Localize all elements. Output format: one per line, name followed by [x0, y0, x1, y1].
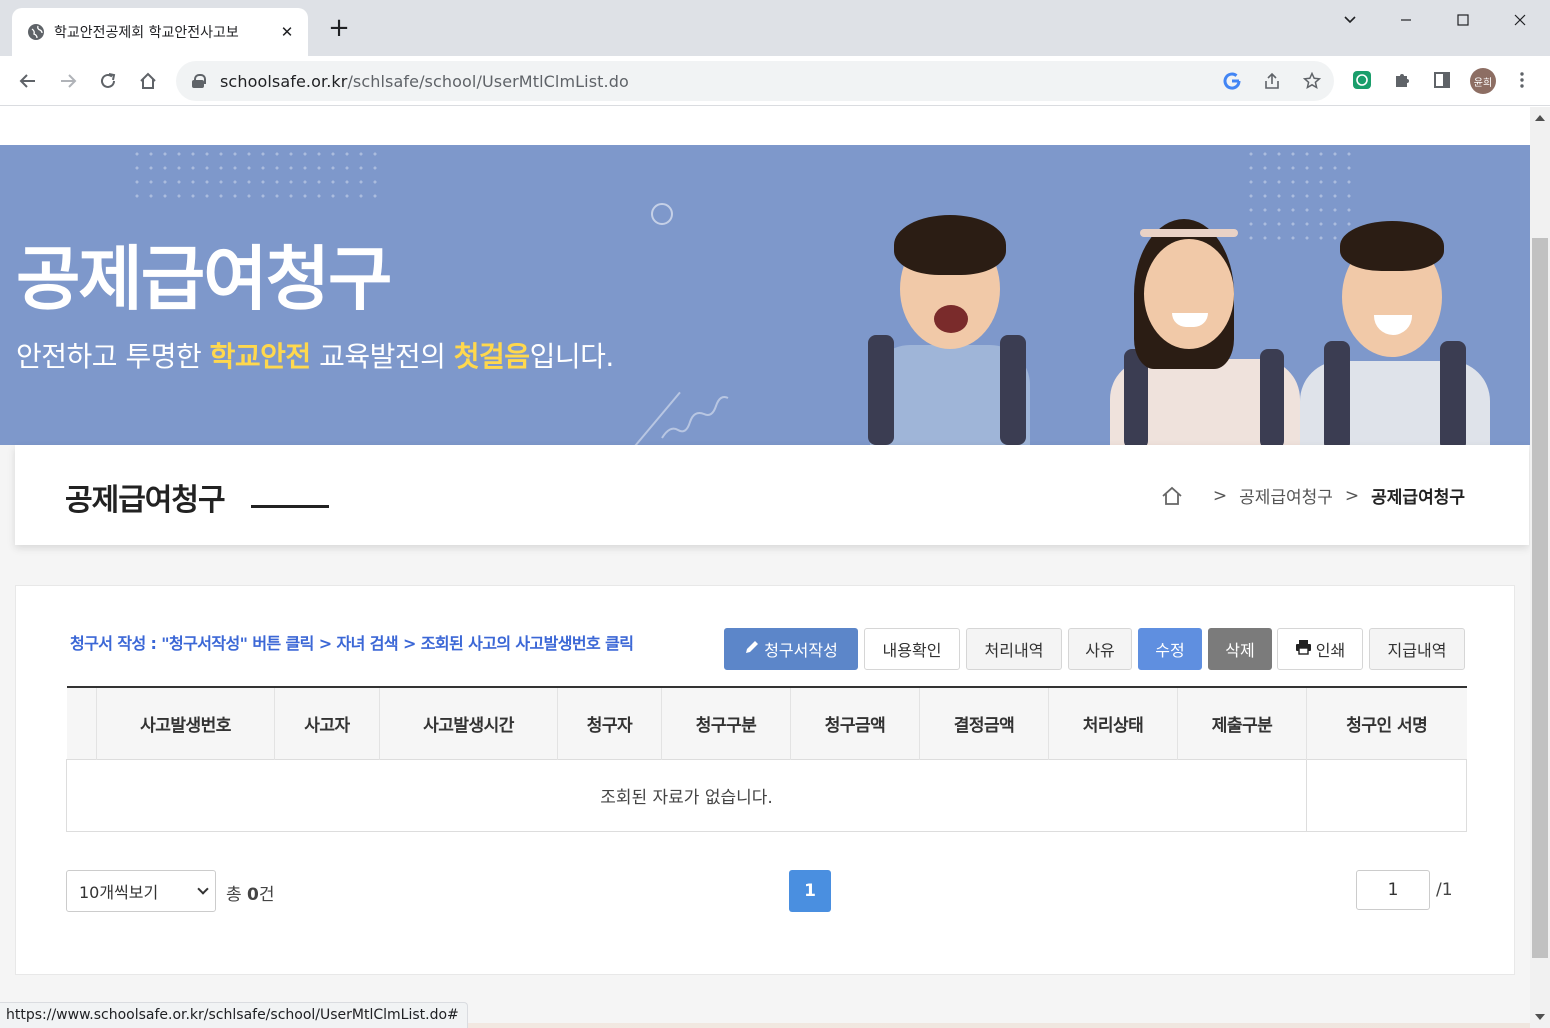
close-window-button[interactable] — [1492, 0, 1548, 40]
back-icon[interactable] — [14, 67, 42, 95]
page-size-select[interactable]: 10개씩보기 — [66, 870, 216, 912]
column-header[interactable]: 결정금액 — [919, 686, 1049, 759]
print-button[interactable]: 인쇄 — [1277, 628, 1363, 670]
page-title: 공제급여청구 — [65, 483, 226, 518]
globe-icon — [28, 24, 44, 40]
profile-avatar[interactable]: 윤희 — [1470, 68, 1496, 94]
home-browser-icon[interactable] — [134, 67, 162, 95]
child-photo-boy-left — [850, 205, 1050, 445]
page-size-value: 10개씩보기 — [79, 883, 159, 902]
reload-icon[interactable] — [94, 67, 122, 95]
edit-button[interactable]: 수정 — [1138, 628, 1202, 670]
breadcrumb: > 공제급여청구 > 공제급여청구 — [1161, 483, 1465, 508]
banner-title: 공제급여청구 — [16, 238, 392, 320]
breadcrumb-item[interactable]: 공제급여청구 — [1239, 483, 1333, 508]
pagination-bar: 10개씩보기 총 0건 1 /1 — [66, 870, 1466, 912]
claim-list-panel: 청구서 작성 : "청구서작성" 버튼 클릭 > 자녀 검색 > 조회된 사고의… — [15, 585, 1515, 975]
kebab-menu-icon[interactable] — [1510, 68, 1534, 92]
banner-circle-decoration — [651, 203, 673, 225]
empty-table-message: 조회된 자료가 없습니다. — [66, 758, 1307, 832]
url-host: schoolsafe.or.kr — [220, 71, 348, 91]
lock-icon[interactable] — [192, 74, 206, 88]
reason-button[interactable]: 사유 — [1068, 628, 1132, 670]
signature-cell — [1306, 758, 1467, 832]
scroll-up-arrow-icon[interactable] — [1535, 115, 1545, 121]
column-header[interactable]: 사고발생시간 — [379, 686, 558, 759]
claim-guide-text: 청구서 작성 : "청구서작성" 버튼 클릭 > 자녀 검색 > 조회된 사고의… — [70, 634, 634, 653]
tab-title: 학교안전공제회 학교안전사고보 — [54, 25, 239, 41]
forward-icon[interactable] — [54, 67, 82, 95]
column-header[interactable]: 처리상태 — [1048, 686, 1178, 759]
confirm-content-button[interactable]: 내용확인 — [864, 628, 960, 670]
banner-wave-decoration — [661, 396, 729, 439]
payment-history-button[interactable]: 지급내역 — [1369, 628, 1465, 670]
total-count: 총 0건 — [226, 885, 275, 905]
page-total: /1 — [1436, 880, 1453, 900]
printer-icon — [1295, 639, 1312, 659]
home-icon[interactable] — [1161, 485, 1183, 507]
google-translate-icon[interactable] — [1222, 71, 1242, 91]
page-viewport: 공제급여청구 안전하고 투명한 학교안전 교육발전의 첫걸음입니다. 공제급여청… — [0, 107, 1530, 1028]
page-jump-input[interactable] — [1356, 870, 1430, 910]
pencil-icon — [744, 639, 760, 659]
tab-search-icon[interactable] — [1322, 0, 1378, 40]
breadcrumb-separator: > — [1212, 485, 1228, 506]
child-photo-boy-right — [1290, 211, 1500, 445]
browser-tab-strip: 학교안전공제회 학교안전사고보 ✕ + — [0, 0, 1550, 56]
maximize-button[interactable] — [1435, 0, 1491, 40]
url-path: /schlsafe/school/UserMtlClmList.do — [347, 71, 629, 91]
browser-toolbar: schoolsafe.or.kr/schlsafe/school/UserMtl… — [0, 56, 1550, 106]
status-bar-url: https://www.schoolsafe.or.kr/schlsafe/sc… — [0, 1002, 468, 1028]
hero-banner: 공제급여청구 안전하고 투명한 학교안전 교육발전의 첫걸음입니다. — [0, 145, 1530, 445]
banner-dots-decoration — [130, 147, 380, 207]
banner-subtitle: 안전하고 투명한 학교안전 교육발전의 첫걸음입니다. — [16, 340, 614, 373]
claim-table: 사고발생번호 사고자 사고발생시간 청구자 청구구분 청구금액 결정금액 처리상… — [66, 686, 1467, 832]
minimize-button[interactable] — [1378, 0, 1434, 40]
chevron-down-icon — [197, 883, 209, 895]
page-number-current[interactable]: 1 — [789, 870, 831, 912]
child-photo-girl-center — [1100, 209, 1310, 445]
breadcrumb-separator: > — [1344, 485, 1360, 506]
table-header-row: 사고발생번호 사고자 사고발생시간 청구자 청구구분 청구금액 결정금액 처리상… — [66, 686, 1467, 759]
page-title-card: 공제급여청구 > 공제급여청구 > 공제급여청구 — [15, 445, 1529, 545]
browser-tab[interactable]: 학교안전공제회 학교안전사고보 ✕ — [12, 8, 308, 56]
top-navigation-remnant — [0, 107, 1530, 145]
column-header[interactable]: 사고자 — [274, 686, 380, 759]
bookmark-star-icon[interactable] — [1302, 71, 1322, 91]
title-underline — [251, 505, 329, 508]
side-panel-icon[interactable] — [1430, 68, 1454, 92]
column-header[interactable]: 청구자 — [557, 686, 662, 759]
checkbox-column-header — [66, 686, 97, 759]
share-icon[interactable] — [1262, 71, 1282, 91]
close-tab-icon[interactable]: ✕ — [278, 23, 296, 41]
scrollbar-thumb[interactable] — [1532, 238, 1548, 958]
column-header[interactable]: 사고발생번호 — [96, 686, 275, 759]
page-scrollbar[interactable] — [1530, 107, 1550, 1028]
process-history-button[interactable]: 처리내역 — [966, 628, 1062, 670]
new-tab-button[interactable]: + — [326, 15, 352, 42]
column-header[interactable]: 청구구분 — [661, 686, 791, 759]
scroll-down-arrow-icon[interactable] — [1535, 1014, 1545, 1020]
extension-icon[interactable] — [1350, 68, 1374, 92]
column-header[interactable]: 청구인 서명 — [1306, 686, 1467, 759]
table-row: 조회된 자료가 없습니다. — [66, 758, 1467, 832]
delete-button[interactable]: 삭제 — [1208, 628, 1272, 670]
column-header[interactable]: 제출구분 — [1177, 686, 1307, 759]
breadcrumb-current: 공제급여청구 — [1371, 488, 1465, 508]
write-claim-button[interactable]: 청구서작성 — [724, 628, 858, 670]
puzzle-icon[interactable] — [1390, 68, 1414, 92]
address-bar[interactable]: schoolsafe.or.kr/schlsafe/school/UserMtl… — [176, 61, 1334, 101]
column-header[interactable]: 청구금액 — [790, 686, 920, 759]
